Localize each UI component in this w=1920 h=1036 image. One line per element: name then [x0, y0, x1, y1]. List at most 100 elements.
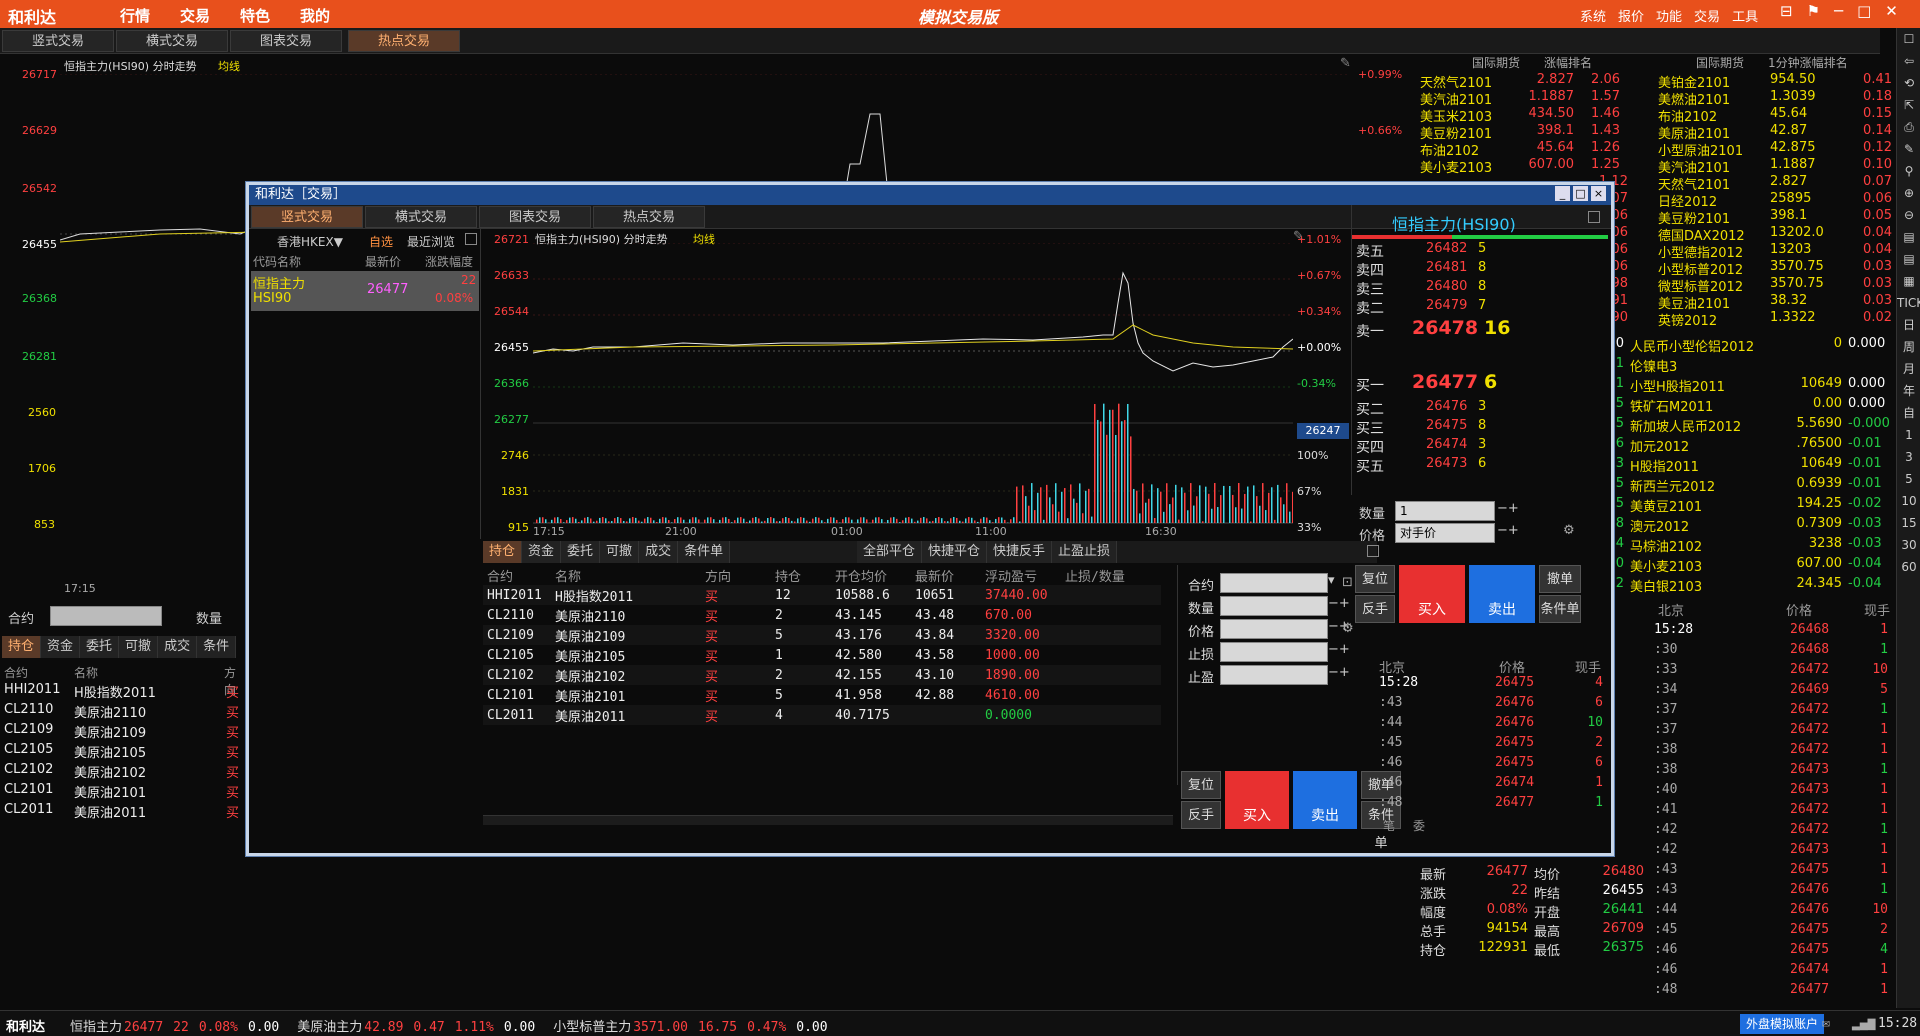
book-settings-icon[interactable]: ⚙ [1563, 523, 1575, 538]
ptab-funds[interactable]: 资金 [522, 541, 562, 563]
order-reverse-button[interactable]: 反手 [1181, 801, 1221, 829]
menu-mine[interactable]: 我的 [300, 5, 330, 26]
side-tool-icon[interactable]: 15 [1897, 512, 1920, 534]
rank2-sort[interactable]: 1分钟涨幅排名 [1768, 54, 1848, 71]
rank-item[interactable]: 美豆粉2101 398.1 0.05 [1658, 208, 1896, 227]
rank-item[interactable]: 美玉米2103 434.50 1.46 [1420, 106, 1620, 125]
side-tool-icon[interactable]: 10 [1897, 490, 1920, 512]
order-stepper[interactable]: −+ [1328, 642, 1350, 657]
rank-item[interactable]: -0.60美小麦2103607.00-0.04 [1586, 556, 1896, 576]
account-badge[interactable]: 外盘模拟账户 [1740, 1014, 1825, 1034]
maximize-icon[interactable]: □ [1857, 2, 1871, 20]
tab-hot-trade[interactable]: 热点交易 [348, 30, 460, 52]
rank-item[interactable]: 布油2102 45.64 0.15 [1658, 106, 1896, 125]
dtab-horizontal[interactable]: 横式交易 [365, 206, 477, 228]
menu-function[interactable]: 功能 [1656, 6, 1682, 25]
menu-quote[interactable]: 报价 [1618, 6, 1644, 25]
bg-contract-select[interactable] [50, 606, 162, 626]
order-input[interactable] [1220, 665, 1328, 685]
side-tool-icon[interactable]: ▤ [1897, 226, 1920, 248]
status-ticker-item[interactable]: 小型标普主力 3571.00 16.75 0.47% 0.00 [553, 1016, 827, 1035]
rank-item[interactable]: 美原油2101 42.87 0.14 [1658, 123, 1896, 142]
side-tool-icon[interactable]: ✎ [1897, 138, 1920, 160]
rank-item[interactable]: 英镑2012 1.3322 0.02 [1658, 310, 1896, 329]
rank-item[interactable]: 美铂金2101 954.50 0.41 [1658, 72, 1896, 91]
order-buy-button[interactable]: 买入 [1225, 771, 1289, 829]
dialog-close-icon[interactable]: × [1591, 186, 1606, 201]
msg-icon[interactable]: ✉ [1822, 1016, 1830, 1031]
side-tool-icon[interactable]: TICK [1897, 292, 1920, 314]
rank-item[interactable]: 德国DAX2012 13202.0 0.04 [1658, 225, 1896, 244]
rank-item[interactable]: 日经2012 25895 0.06 [1658, 191, 1896, 210]
order-input[interactable] [1220, 619, 1328, 639]
side-tool-icon[interactable]: ▦ [1897, 270, 1920, 292]
book-level[interactable]: 卖五 26482 5 [1356, 241, 1606, 260]
rank-item[interactable]: 小型德指2012 13203 0.04 [1658, 242, 1896, 261]
list-item-hsi90[interactable]: 恒指主力 HSI90 26477 22 0.08% [251, 271, 479, 311]
ptab-conditions[interactable]: 条件单 [678, 541, 731, 563]
position-row[interactable]: CL2101 美原油2101 买 5 41.958 42.88 4610.00 [483, 685, 1161, 705]
menu-feature[interactable]: 特色 [240, 5, 270, 26]
side-tool-icon[interactable]: ⊖ [1897, 204, 1920, 226]
dialog-maximize-icon[interactable]: □ [1573, 186, 1588, 201]
rank-item[interactable]: 美豆油2101 38.32 0.03 [1658, 293, 1896, 312]
book-level[interactable]: 买三 26475 8 [1356, 418, 1606, 437]
dtab-chart[interactable]: 图表交易 [479, 206, 591, 228]
position-row[interactable]: CL2105 美原油2105 买 1 42.580 43.58 1000.00 [483, 645, 1161, 665]
rank-item[interactable]: 美燃油2101 1.3039 0.18 [1658, 89, 1896, 108]
position-row[interactable]: CL2109 美原油2109 买 5 43.176 43.84 3320.00 [483, 625, 1161, 645]
bg-tab-cancelable[interactable]: 可撤 [119, 636, 159, 658]
side-tool-icon[interactable]: 周 [1897, 336, 1920, 358]
market-select[interactable]: 香港HKEX▼ [277, 233, 343, 250]
quick-close-button[interactable]: 快捷平仓 [922, 541, 988, 563]
bg-tab-funds[interactable]: 资金 [41, 636, 81, 658]
position-row[interactable]: CL2110 美原油2110 买 2 43.145 43.48 670.00 [483, 605, 1161, 625]
bg-position-row[interactable]: CL2110 美原油2110 买 [4, 702, 244, 722]
rank-item[interactable]: 0.00人民币小型伦铝201200.000 [1586, 336, 1896, 356]
side-tool-icon[interactable]: 1 [1897, 424, 1920, 446]
rank-item[interactable]: 小型标普2012 3570.75 0.03 [1658, 259, 1896, 278]
bg-position-row[interactable]: CL2101 美原油2101 买 [4, 782, 244, 802]
rank-item[interactable]: -0.05铁矿石M20110.000.000 [1586, 396, 1896, 416]
tab-horizontal-trade[interactable]: 横式交易 [116, 30, 228, 52]
dtick-tab-trades[interactable]: 笔 [1383, 817, 1395, 834]
rank-item[interactable]: 美汽油2101 1.1887 0.10 [1658, 157, 1896, 176]
ptab-fills[interactable]: 成交 [639, 541, 679, 563]
menu-trade-2[interactable]: 交易 [1694, 6, 1720, 25]
rank-item[interactable]: -0.01小型H股指2011106490.000 [1586, 376, 1896, 396]
rank-item[interactable]: 布油2102 45.64 1.26 [1420, 140, 1620, 159]
side-tool-icon[interactable]: ▤ [1897, 248, 1920, 270]
book-buy-button[interactable]: 买入 [1399, 565, 1465, 623]
rank-item[interactable]: 美小麦2103 607.00 1.25 [1420, 157, 1620, 176]
side-tool-icon[interactable]: 3 [1897, 446, 1920, 468]
order-reset-button[interactable]: 复位 [1181, 771, 1221, 799]
rank-item[interactable]: 天然气2101 2.827 2.06 [1420, 72, 1620, 91]
order-stepper[interactable]: −+ [1328, 596, 1350, 611]
stop-profit-loss-button[interactable]: 止盈止损 [1052, 541, 1118, 563]
bg-tab-position[interactable]: 持仓 [2, 636, 42, 658]
menu-system[interactable]: 系统 [1580, 6, 1606, 25]
order-stepper[interactable]: −+ [1328, 665, 1350, 680]
recent-tab[interactable]: 最近浏览 [407, 233, 455, 250]
bg-tab-orders[interactable]: 委托 [80, 636, 120, 658]
side-tool-icon[interactable]: ☐ [1897, 28, 1920, 50]
quick-reverse-button[interactable]: 快捷反手 [987, 541, 1053, 563]
bg-tab-fills[interactable]: 成交 [158, 636, 198, 658]
book-level[interactable]: 买一 26477 6 [1356, 371, 1606, 399]
rank-item[interactable]: -0.15美黄豆2101194.25-0.02 [1586, 496, 1896, 516]
side-tool-icon[interactable]: ⟲ [1897, 72, 1920, 94]
side-tool-icon[interactable]: ⎙ [1897, 116, 1920, 138]
dtick-tab-orders[interactable]: 委 [1413, 817, 1425, 834]
tab-chart-trade[interactable]: 图表交易 [230, 30, 342, 52]
pos-scrollbar[interactable] [483, 815, 1173, 825]
rank-item[interactable]: -0.28澳元20120.7309-0.03 [1586, 516, 1896, 536]
ptab-position[interactable]: 持仓 [483, 541, 523, 563]
lock-icon[interactable]: ⊡ [1342, 575, 1353, 590]
side-tool-icon[interactable]: 月 [1897, 358, 1920, 380]
list-checkbox[interactable] [465, 233, 477, 245]
order-sell-button[interactable]: 卖出 [1293, 771, 1357, 829]
rank-item[interactable]: 美汽油2101 1.1887 1.57 [1420, 89, 1620, 108]
pos-checkbox[interactable] [1367, 545, 1379, 557]
menu-market[interactable]: 行情 [120, 5, 150, 26]
book-level[interactable]: 买二 26476 3 [1356, 399, 1606, 418]
